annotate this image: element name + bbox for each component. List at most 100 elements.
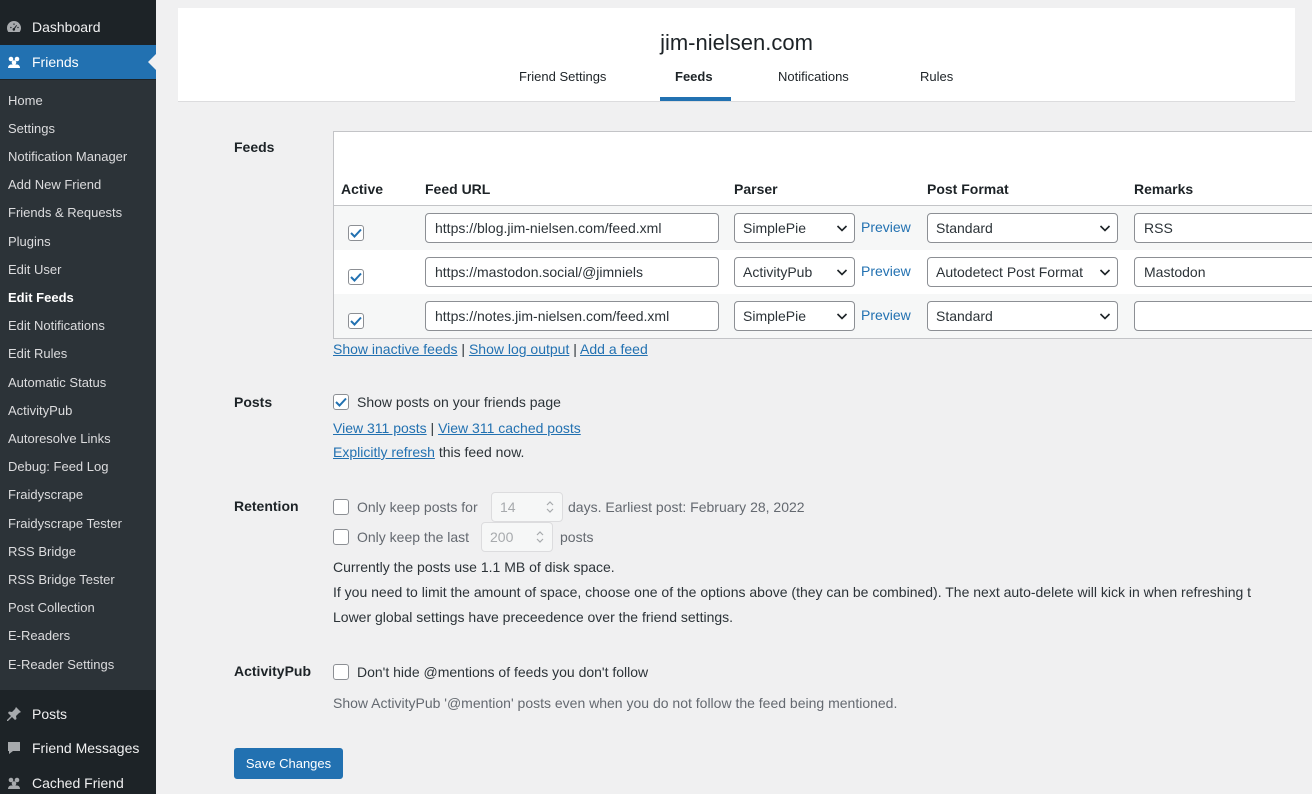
chevron-down-icon [836, 225, 848, 232]
keep-last-input[interactable]: 200 [481, 522, 553, 552]
tab-rules[interactable]: Rules [920, 69, 953, 84]
sidebar-item-settings[interactable]: Settings [8, 121, 55, 136]
sidebar-item-notification-manager[interactable]: Notification Manager [8, 149, 127, 164]
global-note-text: Lower global settings have preceedence o… [333, 609, 734, 625]
show-inactive-feeds-link[interactable]: Show inactive feeds [333, 341, 458, 357]
show-log-output-link[interactable]: Show log output [469, 341, 569, 357]
tab-notifications[interactable]: Notifications [778, 69, 849, 84]
keep-last-prefix: Only keep the last [357, 529, 470, 545]
feed-url-input[interactable]: https://mastodon.social/@jimniels [425, 257, 719, 287]
sidebar-item-activitypub[interactable]: ActivityPub [8, 403, 72, 418]
add-feed-link[interactable]: Add a feed [580, 341, 648, 357]
refresh-line: Explicitly refresh this feed now. [333, 444, 524, 460]
chevron-down-icon [1099, 225, 1111, 232]
sidebar-item-friends-requests[interactable]: Friends & Requests [8, 205, 122, 220]
sidebar-item-fraidyscrape[interactable]: Fraidyscrape [8, 487, 83, 502]
remarks-input[interactable]: RSS [1134, 213, 1312, 243]
feed-url-input[interactable]: https://blog.jim-nielsen.com/feed.xml [425, 213, 719, 243]
preview-link[interactable]: Preview [861, 219, 911, 235]
col-remarks: Remarks [1134, 181, 1194, 197]
chevron-down-icon [836, 269, 848, 276]
keep-days-checkbox[interactable] [333, 499, 349, 515]
friend-header: jim-nielsen.com Friend Settings Feeds No… [178, 8, 1295, 102]
tab-friend-settings[interactable]: Friend Settings [519, 69, 606, 84]
show-mentions-checkbox[interactable] [333, 664, 349, 680]
menu-friends[interactable]: Friends [0, 45, 156, 79]
sidebar-item-fraidyscrape-tester[interactable]: Fraidyscrape Tester [8, 516, 122, 531]
post-format-select[interactable]: Standard [927, 301, 1118, 331]
menu-cached-friend[interactable]: Cached Friend [0, 766, 156, 794]
activitypub-label: ActivityPub [234, 663, 312, 679]
sidebar-item-e-reader-settings[interactable]: E-Reader Settings [8, 657, 114, 672]
keep-days-suffix: days. Earliest post: February 28, 2022 [568, 499, 805, 515]
admin-sidebar: Dashboard Friends Home Settings Notifica… [0, 0, 156, 794]
view-posts-link[interactable]: View 311 posts [333, 420, 427, 436]
post-format-select[interactable]: Autodetect Post Format [927, 257, 1118, 287]
menu-friends-label: Friends [32, 54, 79, 70]
refresh-suffix: this feed now. [438, 444, 525, 460]
menu-dashboard[interactable]: Dashboard [0, 10, 156, 44]
chevron-down-icon [836, 313, 848, 320]
show-posts-checkbox[interactable] [333, 394, 349, 410]
save-changes-button[interactable]: Save Changes [234, 748, 343, 779]
remarks-input[interactable] [1134, 301, 1312, 331]
friends-icon [6, 775, 22, 791]
sidebar-item-rss-bridge-tester[interactable]: RSS Bridge Tester [8, 572, 115, 587]
limit-note-text: If you need to limit the amount of space… [333, 584, 1252, 600]
keep-days-input[interactable]: 14 [491, 492, 563, 522]
feed-active-checkbox[interactable] [348, 225, 364, 241]
preview-link[interactable]: Preview [861, 263, 911, 279]
menu-posts-label: Posts [32, 706, 68, 722]
keep-last-checkbox[interactable] [333, 529, 349, 545]
active-tab-indicator [660, 97, 731, 101]
menu-posts[interactable]: Posts [0, 697, 156, 731]
menu-friend-messages-label: Friend Messages [32, 740, 140, 756]
post-format-value: Standard [936, 308, 993, 324]
explicitly-refresh-link[interactable]: Explicitly refresh [333, 444, 435, 460]
sidebar-item-plugins[interactable]: Plugins [8, 234, 51, 249]
parser-select[interactable]: ActivityPub [734, 257, 855, 287]
comment-icon [6, 740, 22, 756]
sidebar-item-home[interactable]: Home [8, 93, 43, 108]
link-separator: | [461, 341, 466, 357]
feed-active-checkbox[interactable] [348, 313, 364, 329]
sidebar-item-edit-feeds[interactable]: Edit Feeds [8, 290, 74, 305]
keep-last-suffix: posts [560, 529, 594, 545]
parser-select[interactable]: SimplePie [734, 213, 855, 243]
sidebar-item-rss-bridge[interactable]: RSS Bridge [8, 544, 76, 559]
sidebar-item-autoresolve-links[interactable]: Autoresolve Links [8, 431, 111, 446]
sidebar-item-edit-user[interactable]: Edit User [8, 262, 61, 277]
spinner-icon [546, 501, 554, 513]
sidebar-item-edit-rules[interactable]: Edit Rules [8, 346, 67, 361]
sidebar-item-debug-feed-log[interactable]: Debug: Feed Log [8, 459, 108, 474]
retention-label: Retention [234, 498, 299, 514]
keep-last-value: 200 [490, 529, 514, 545]
menu-dashboard-label: Dashboard [32, 19, 101, 35]
remarks-input[interactable]: Mastodon [1134, 257, 1312, 287]
parser-select[interactable]: SimplePie [734, 301, 855, 331]
col-active: Active [341, 181, 384, 197]
feed-active-checkbox[interactable] [348, 269, 364, 285]
menu-friend-messages[interactable]: Friend Messages [0, 731, 156, 765]
post-format-select[interactable]: Standard [927, 213, 1118, 243]
sidebar-item-edit-notifications[interactable]: Edit Notifications [8, 318, 105, 333]
tab-feeds[interactable]: Feeds [675, 69, 713, 84]
link-separator: | [430, 420, 435, 436]
activitypub-description: Show ActivityPub '@mention' posts even w… [333, 695, 898, 711]
sidebar-item-e-readers[interactable]: E-Readers [8, 628, 70, 643]
feed-links: Show inactive feeds | Show log output | … [333, 341, 648, 357]
view-cached-posts-link[interactable]: View 311 cached posts [438, 420, 581, 436]
feed-url-input[interactable]: https://notes.jim-nielsen.com/feed.xml [425, 301, 719, 331]
chevron-down-icon [1099, 269, 1111, 276]
checkmark-icon [350, 228, 362, 238]
sidebar-item-post-collection[interactable]: Post Collection [8, 600, 95, 615]
preview-link[interactable]: Preview [861, 307, 911, 323]
parser-select-value: ActivityPub [743, 264, 813, 280]
sidebar-item-automatic-status[interactable]: Automatic Status [8, 375, 106, 390]
keep-days-prefix: Only keep posts for [357, 499, 478, 515]
link-separator: | [573, 341, 577, 357]
sidebar-item-add-new-friend[interactable]: Add New Friend [8, 177, 101, 192]
show-posts-label: Show posts on your friends page [357, 394, 561, 410]
checkmark-icon [350, 316, 362, 326]
show-mentions-label: Don't hide @mentions of feeds you don't … [357, 664, 649, 680]
